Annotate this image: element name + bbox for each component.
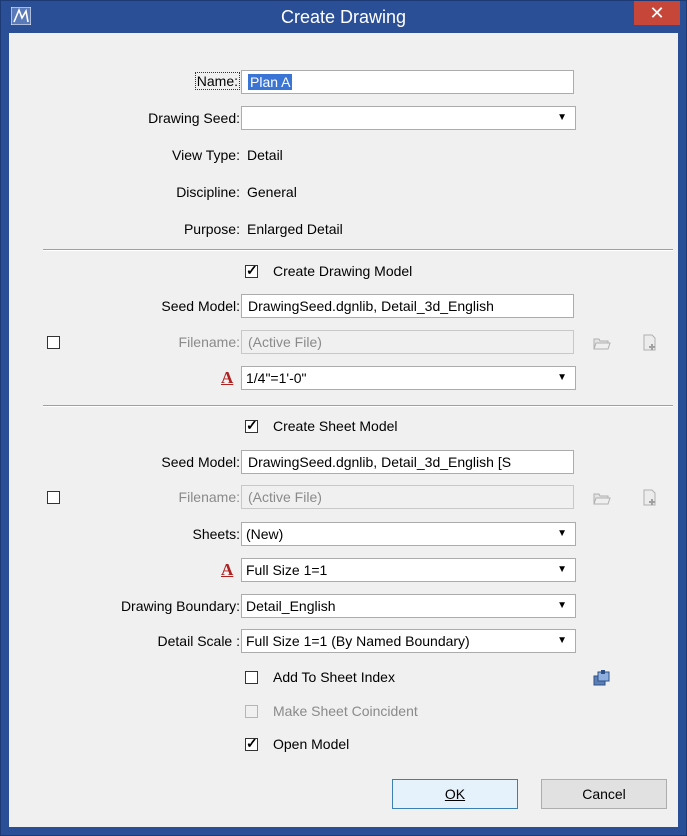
- sheet-seed-model-field[interactable]: DrawingSeed.dgnlib, Detail_3d_English [S: [241, 450, 574, 474]
- discipline-value: General: [247, 184, 297, 200]
- discipline-label: Discipline:: [176, 184, 240, 200]
- purpose-row: Purpose: Enlarged Detail: [9, 217, 678, 243]
- drawing-filename-row: Filename: (Active File): [9, 330, 678, 356]
- drawing-boundary-row: Drawing Boundary: Detail_English ▼: [9, 594, 678, 620]
- drawing-seed-model-label: Seed Model:: [161, 298, 240, 314]
- create-sheet-model-row: Create Sheet Model: [9, 415, 678, 441]
- discipline-row: Discipline: General: [9, 180, 678, 206]
- make-sheet-coincident-label: Make Sheet Coincident: [273, 703, 418, 719]
- open-folder-icon: [593, 493, 611, 505]
- drawing-annotation-scale-row: A 1/4"=1'-0" ▼: [9, 366, 678, 392]
- sheets-value: (New): [246, 526, 284, 542]
- annotation-scale-icon: A: [221, 560, 234, 579]
- detail-scale-dropdown[interactable]: Full Size 1=1 (By Named Boundary) ▼: [241, 629, 576, 653]
- view-type-row: View Type: Detail: [9, 143, 678, 169]
- dropdown-arrow-icon: ▼: [557, 112, 567, 123]
- name-input[interactable]: Plan A: [241, 70, 574, 94]
- drawing-seed-row: Drawing Seed: ▼: [9, 106, 678, 132]
- dropdown-arrow-icon: ▼: [557, 600, 567, 611]
- new-file-icon: [643, 334, 656, 351]
- drawing-seed-model-value: DrawingSeed.dgnlib, Detail_3d_English: [248, 298, 494, 314]
- ok-button[interactable]: OK: [392, 779, 518, 809]
- open-model-checkbox[interactable]: [245, 735, 258, 752]
- sheets-row: Sheets: (New) ▼: [9, 522, 678, 548]
- annotation-scale-icon: A: [221, 368, 234, 387]
- sheet-seed-model-row: Seed Model: DrawingSeed.dgnlib, Detail_3…: [9, 450, 678, 476]
- purpose-label: Purpose:: [183, 221, 240, 237]
- detail-scale-label: Detail Scale :: [157, 633, 240, 649]
- close-button[interactable]: ✕: [634, 1, 680, 25]
- drawing-annotation-scale-value: 1/4"=1'-0": [246, 370, 307, 386]
- sheet-annotation-scale-value: Full Size 1=1: [246, 562, 328, 578]
- drawing-annotation-scale-dropdown[interactable]: 1/4"=1'-0" ▼: [241, 366, 576, 390]
- dropdown-arrow-icon: ▼: [557, 635, 567, 646]
- sheet-filename-field: (Active File): [241, 485, 574, 509]
- detail-scale-value: Full Size 1=1 (By Named Boundary): [246, 633, 470, 649]
- create-drawing-model-label: Create Drawing Model: [273, 263, 413, 279]
- close-icon: ✕: [649, 3, 665, 23]
- sheet-filename-label: Filename:: [178, 489, 240, 505]
- make-sheet-coincident-checkbox: [245, 705, 258, 718]
- dropdown-arrow-icon: ▼: [557, 528, 567, 539]
- create-drawing-dialog: Create Drawing ✕ Name: Plan A Drawing Se…: [0, 0, 687, 836]
- sheet-seed-model-label: Seed Model:: [161, 454, 240, 470]
- new-file-icon: [643, 489, 656, 506]
- dropdown-arrow-icon: ▼: [557, 372, 567, 383]
- view-type-value: Detail: [247, 147, 283, 163]
- drawing-filename-value: (Active File): [248, 334, 322, 350]
- drawing-boundary-dropdown[interactable]: Detail_English ▼: [241, 594, 576, 618]
- create-drawing-model-row: Create Drawing Model: [9, 260, 678, 286]
- name-label: Name:: [194, 72, 240, 90]
- open-folder-icon: [593, 338, 611, 350]
- add-to-sheet-index-checkbox[interactable]: [245, 671, 258, 684]
- name-value: Plan A: [248, 74, 293, 90]
- drawing-seed-model-row: Seed Model: DrawingSeed.dgnlib, Detail_3…: [9, 294, 678, 320]
- dialog-body: Name: Plan A Drawing Seed: ▼ View Type: …: [9, 33, 678, 827]
- drawing-boundary-value: Detail_English: [246, 598, 336, 614]
- make-sheet-coincident-row: Make Sheet Coincident: [9, 700, 678, 726]
- add-to-sheet-index-row: Add To Sheet Index: [9, 666, 678, 692]
- name-row: Name: Plan A: [9, 70, 678, 96]
- sheets-dropdown[interactable]: (New) ▼: [241, 522, 576, 546]
- sheet-annotation-scale-row: A Full Size 1=1 ▼: [9, 558, 678, 584]
- divider: [43, 405, 673, 407]
- detail-scale-row: Detail Scale : Full Size 1=1 (By Named B…: [9, 629, 678, 655]
- sheet-filename-checkbox[interactable]: [47, 491, 60, 504]
- create-drawing-model-checkbox[interactable]: [245, 262, 258, 279]
- sheet-index-icon[interactable]: [593, 669, 611, 687]
- cancel-button-label: Cancel: [582, 786, 626, 802]
- drawing-filename-checkbox[interactable]: [47, 336, 60, 349]
- open-model-row: Open Model: [9, 733, 678, 759]
- view-type-label: View Type:: [172, 147, 240, 163]
- sheet-annotation-scale-dropdown[interactable]: Full Size 1=1 ▼: [241, 558, 576, 582]
- sheet-seed-model-value: DrawingSeed.dgnlib, Detail_3d_English [S: [248, 454, 512, 470]
- open-model-label: Open Model: [273, 736, 350, 752]
- sheet-filename-row: Filename: (Active File): [9, 485, 678, 511]
- create-sheet-model-label: Create Sheet Model: [273, 418, 398, 434]
- add-to-sheet-index-label: Add To Sheet Index: [273, 669, 395, 685]
- divider: [43, 249, 673, 251]
- drawing-filename-label: Filename:: [178, 334, 240, 350]
- drawing-seed-model-field[interactable]: DrawingSeed.dgnlib, Detail_3d_English: [241, 294, 574, 318]
- window-title: Create Drawing: [280, 7, 407, 27]
- create-sheet-model-checkbox[interactable]: [245, 417, 258, 434]
- dropdown-arrow-icon: ▼: [557, 564, 567, 575]
- purpose-value: Enlarged Detail: [247, 221, 343, 237]
- drawing-seed-dropdown[interactable]: ▼: [241, 106, 576, 130]
- drawing-filename-field: (Active File): [241, 330, 574, 354]
- drawing-seed-label: Drawing Seed:: [148, 110, 240, 126]
- sheet-filename-value: (Active File): [248, 489, 322, 505]
- sheets-label: Sheets:: [192, 526, 240, 542]
- drawing-boundary-label: Drawing Boundary:: [120, 598, 240, 614]
- ok-button-label: OK: [444, 786, 466, 802]
- title-bar[interactable]: Create Drawing ✕: [1, 1, 686, 33]
- cancel-button[interactable]: Cancel: [541, 779, 667, 809]
